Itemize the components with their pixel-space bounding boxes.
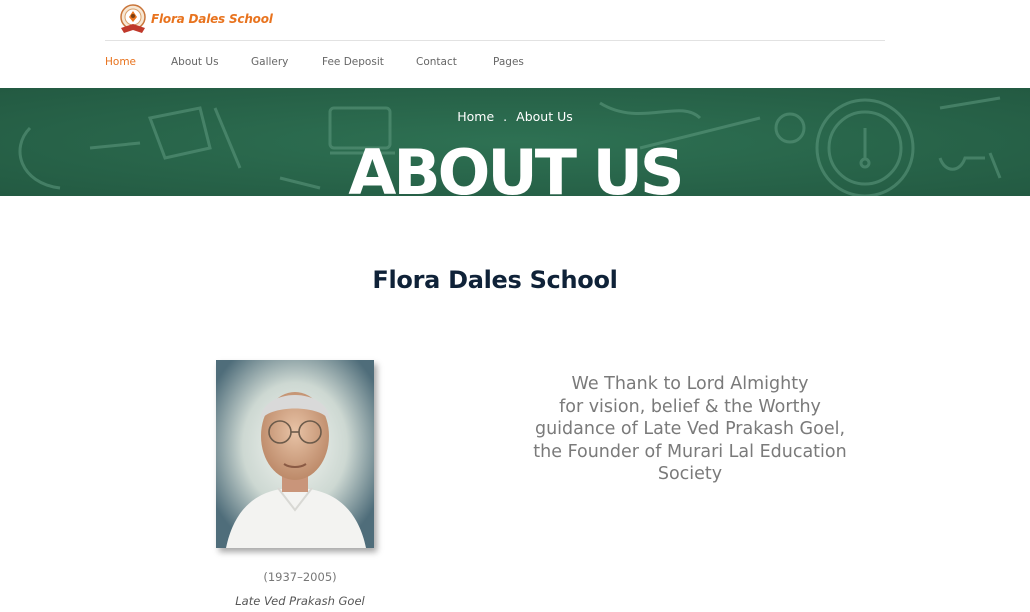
page-banner: Home. About Us ABOUT US — [0, 88, 1030, 196]
breadcrumb-current: About Us — [516, 109, 573, 124]
portrait-caption-name: Late Ved Prakash Goel — [235, 594, 365, 608]
nav-contact[interactable]: Contact — [416, 56, 493, 68]
breadcrumb-separator: . — [503, 109, 508, 124]
site-logo[interactable]: Flora Dales School — [118, 2, 273, 36]
portrait-caption-years: (1937–2005) — [263, 570, 337, 584]
breadcrumb-home[interactable]: Home — [457, 109, 494, 124]
main-nav: Home About Us Gallery Fee Deposit Contac… — [105, 56, 543, 68]
logo-text: Flora Dales School — [151, 12, 273, 26]
tribute-line: guidance of Late Ved Prakash Goel, — [534, 419, 846, 439]
tribute-line: We Thank to Lord Almighty — [571, 374, 809, 394]
nav-fee-deposit[interactable]: Fee Deposit — [322, 56, 416, 68]
header-divider — [105, 40, 885, 41]
tribute-line: Society — [657, 464, 723, 484]
school-heading: Flora Dales School — [372, 266, 618, 294]
nav-gallery[interactable]: Gallery — [251, 56, 322, 68]
tribute-line: the Founder of Murari Lal Education — [533, 441, 847, 462]
nav-about-us[interactable]: About Us — [171, 56, 251, 68]
founder-portrait — [216, 360, 374, 548]
nav-home[interactable]: Home — [105, 56, 171, 68]
page-title: ABOUT US — [348, 136, 684, 197]
tribute-line: for vision, belief & the Worthy — [559, 396, 821, 417]
tribute-text: We Thank to Lord Almighty for vision, be… — [510, 373, 870, 486]
breadcrumb: Home. About Us — [0, 109, 1030, 124]
site-header: Flora Dales School Home About Us Gallery… — [0, 0, 1030, 88]
nav-pages[interactable]: Pages — [493, 56, 543, 68]
school-emblem-icon — [118, 2, 148, 36]
